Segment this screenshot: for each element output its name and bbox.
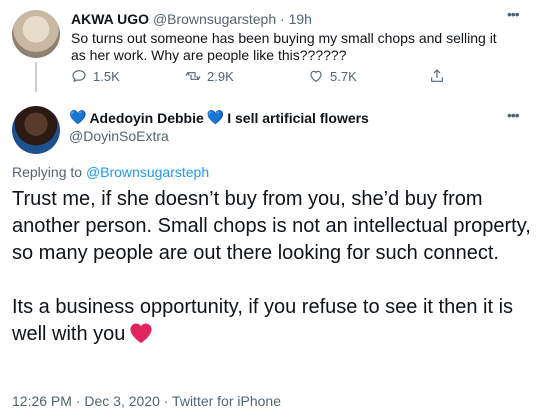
parent-tweet-header: AKWA UGO @Brownsugarsteph · 19h — [71, 11, 312, 27]
reply-button[interactable]: 1.5K — [71, 68, 120, 84]
display-name[interactable]: AKWA UGO — [71, 11, 149, 27]
separator: · — [280, 11, 285, 27]
blue-heart-icon: 💙 — [206, 109, 225, 125]
like-icon — [310, 70, 322, 82]
reply-count: 1.5K — [93, 68, 120, 84]
red-heart-icon — [130, 323, 152, 343]
user-handle[interactable]: @DoyinSoExtra — [69, 128, 169, 144]
thread-connector — [35, 62, 37, 92]
tweet-text: So turns out someone has been buying my … — [71, 30, 497, 63]
tweet-paragraph-text: Its a business opportunity, if you refus… — [12, 296, 514, 345]
like-button[interactable]: 5.7K — [308, 68, 357, 84]
tweet-time[interactable]: 19h — [289, 11, 312, 27]
tweet-paragraph: Its a business opportunity, if you refus… — [12, 294, 532, 348]
mention-link[interactable]: @Brownsugarsteph — [86, 164, 209, 180]
retweet-count: 2.9K — [207, 68, 234, 84]
blue-heart-icon: 💙 — [69, 109, 87, 125]
more-icon[interactable]: ••• — [507, 107, 520, 123]
display-name-suffix: I sell artificial flowers — [227, 109, 369, 126]
parent-tweet[interactable]: AKWA UGO @Brownsugarsteph · 19h ••• So t… — [0, 0, 541, 92]
reply-tweet[interactable]: 💙 Adedoyin Debbie 💙 I sell artificial fl… — [0, 96, 541, 420]
tweet-timestamp[interactable]: 12:26 PM · Dec 3, 2020 · Twitter for iPh… — [12, 393, 281, 409]
reply-icon — [72, 70, 86, 83]
display-name[interactable]: 💙 Adedoyin Debbie 💙 I sell artificial fl… — [69, 109, 369, 126]
like-count: 5.7K — [330, 68, 357, 84]
retweet-icon — [185, 72, 201, 80]
more-icon[interactable]: ••• — [507, 6, 520, 22]
avatar[interactable] — [12, 106, 60, 154]
tweet-actions: 1.5K 2.9K 5.7K — [71, 68, 471, 86]
user-handle[interactable]: @Brownsugarsteph — [153, 11, 276, 27]
replying-to-line: Replying to @Brownsugarsteph — [12, 164, 209, 180]
retweet-button[interactable]: 2.9K — [185, 68, 234, 84]
tweet-paragraph: Trust me, if she doesn’t buy from you, s… — [12, 188, 531, 264]
tweet-text: Trust me, if she doesn’t buy from you, s… — [12, 186, 532, 348]
share-button[interactable] — [429, 68, 445, 84]
display-name-prefix: Adedoyin Debbie — [89, 109, 204, 126]
replying-label: Replying to — [12, 164, 83, 180]
share-icon — [431, 69, 443, 82]
avatar[interactable] — [12, 10, 60, 58]
